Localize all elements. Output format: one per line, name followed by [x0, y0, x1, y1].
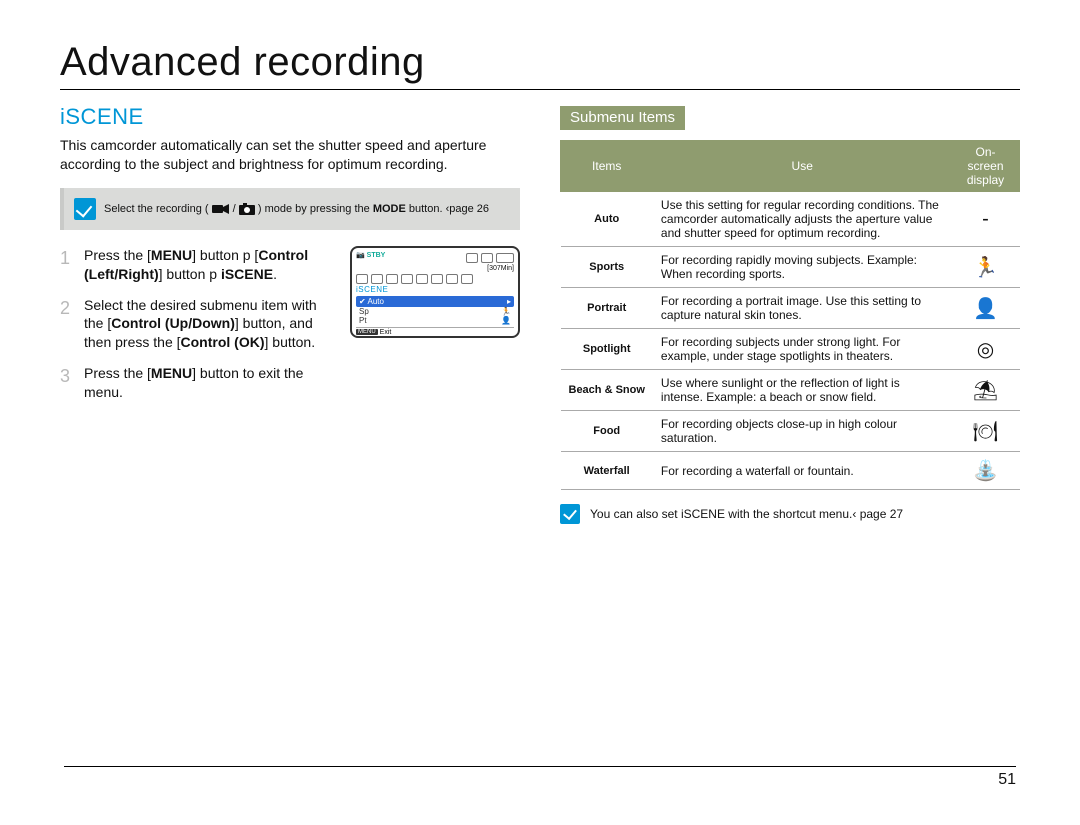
step-number: 1 — [60, 246, 74, 284]
page-number: 51 — [64, 766, 1016, 789]
item-name: Food — [561, 411, 653, 452]
table-row: FoodFor recording objects close-up in hi… — [561, 411, 1020, 452]
step-text: Select the desired submenu item with the… — [84, 296, 336, 353]
item-use: For recording subjects under strong ligh… — [653, 329, 952, 370]
lcd-screenshot: 📷 STBY [307Min] iSCENE ✔ Auto▸ Sp🏃 Pt👤 M… — [350, 246, 520, 338]
table-row: PortraitFor recording a portrait image. … — [561, 288, 1020, 329]
item-osd-icon: ◎ — [952, 329, 1020, 370]
item-osd-icon: 🏃 — [952, 247, 1020, 288]
step-1: 1 Press the [MENU] button p [Control (Lef… — [60, 246, 336, 284]
table-row: SportsFor recording rapidly moving subje… — [561, 247, 1020, 288]
table-row: Beach & SnowUse where sunlight or the re… — [561, 370, 1020, 411]
item-osd-icon: ⛱ — [952, 370, 1020, 411]
item-osd-icon: 👤 — [952, 288, 1020, 329]
divider — [60, 89, 1020, 90]
item-use: For recording objects close-up in high c… — [653, 411, 952, 452]
step-number: 3 — [60, 364, 74, 402]
item-use: Use this setting for regular recording c… — [653, 192, 952, 247]
table-row: SpotlightFor recording subjects under st… — [561, 329, 1020, 370]
table-row: WaterfallFor recording a waterfall or fo… — [561, 452, 1020, 490]
shortcut-note: You can also set iSCENE with the shortcu… — [560, 504, 1020, 524]
step-text: Press the [MENU] button p [Control (Left… — [84, 246, 336, 284]
item-use: Use where sunlight or the reﬂection of l… — [653, 370, 952, 411]
item-use: For recording rapidly moving subjects. E… — [653, 247, 952, 288]
shortcut-note-text: You can also set iSCENE with the shortcu… — [590, 507, 903, 521]
item-name: Beach & Snow — [561, 370, 653, 411]
item-name: Portrait — [561, 288, 653, 329]
camcorder-icon — [212, 203, 230, 215]
mode-note-box: Select the recording ( / ) mode by press… — [60, 188, 520, 230]
submenu-items-heading: Submenu Items — [560, 106, 685, 130]
table-row: AutoUse this setting for regular recordi… — [561, 192, 1020, 247]
col-items: Items — [561, 141, 653, 192]
submenu-table: Items Use On-screen display AutoUse this… — [560, 140, 1020, 490]
note-check-icon — [560, 504, 580, 524]
intro-text: This camcorder automatically can set the… — [60, 136, 520, 174]
step-2: 2Select the desired submenu item with th… — [60, 296, 336, 353]
camera-icon — [239, 203, 255, 215]
item-use: For recording a waterfall or fountain. — [653, 452, 952, 490]
section-heading-iscene: iSCENE — [60, 104, 520, 130]
item-osd-icon: - — [952, 192, 1020, 247]
col-use: Use — [653, 141, 952, 192]
item-name: Waterfall — [561, 452, 653, 490]
item-name: Auto — [561, 192, 653, 247]
checkmark-icon — [74, 198, 96, 220]
item-use: For recording a portrait image. Use this… — [653, 288, 952, 329]
page-title: Advanced recording — [60, 40, 1020, 85]
col-osd: On-screen display — [952, 141, 1020, 192]
item-osd-icon: 🍽 — [952, 411, 1020, 452]
step-text: Press the [MENU] button to exit the menu… — [84, 364, 336, 402]
item-name: Sports — [561, 247, 653, 288]
item-name: Spotlight — [561, 329, 653, 370]
step-3: 3 Press the [MENU] button to exit the men… — [60, 364, 336, 402]
item-osd-icon: ⛲ — [952, 452, 1020, 490]
step-number: 2 — [60, 296, 74, 353]
mode-note-text: Select the recording ( / ) mode by press… — [104, 203, 489, 215]
